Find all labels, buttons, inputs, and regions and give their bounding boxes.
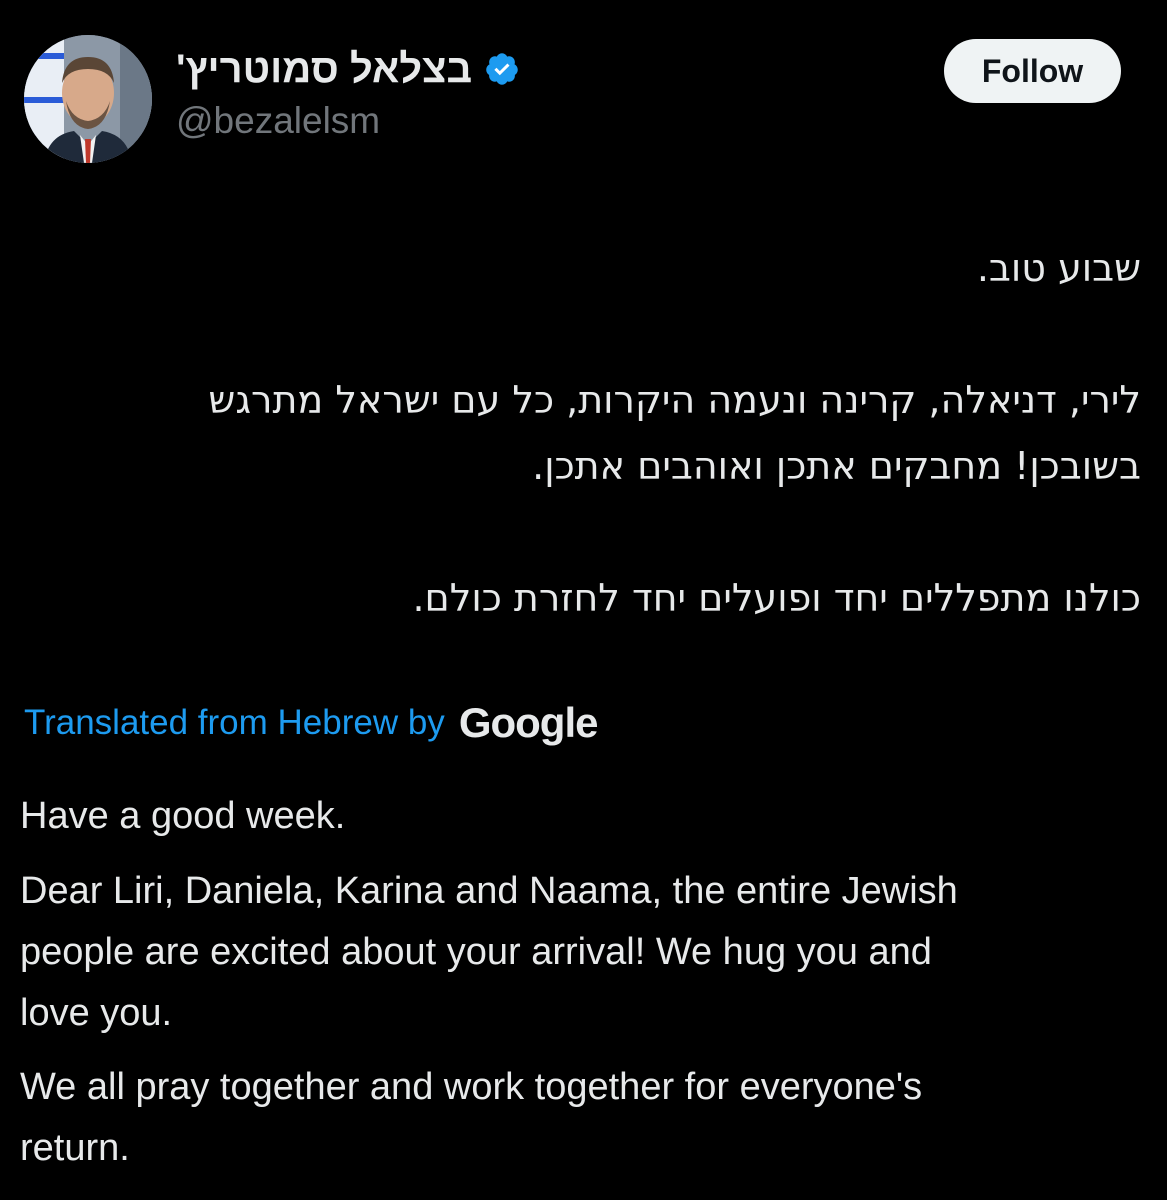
verified-badge-icon [486,53,518,85]
name-row: בצלאל סמוטריץ' [176,44,520,94]
translation-line-3: people are excited about your arrival! W… [20,931,932,973]
tweet-header: בצלאל סמוטריץ' @bezalelsm Follow [0,0,1167,180]
avatar-photo-icon [24,35,152,163]
translation-line-5: We all pray together and work together f… [20,1066,923,1108]
hebrew-line-2: לירי, דניאלה, קרינה ונעמה היקרות, כל עם … [208,378,1141,422]
translation-attribution: Translated from Hebrew by Google [24,695,599,751]
translated-from-link[interactable]: Translated from Hebrew by [24,703,445,743]
translation-line-1: Have a good week. [20,795,346,837]
translation-line-2: Dear Liri, Daniela, Karina and Naama, th… [20,870,958,912]
hebrew-line-4: כולנו מתפללים יחד ופועלים יחד לחזרת כולם… [412,576,1141,620]
translation-line-6: return. [20,1127,130,1169]
tweet: בצלאל סמוטריץ' @bezalelsm Follow שבוע טו… [0,0,1167,1200]
display-name[interactable]: בצלאל סמוטריץ' [176,47,472,92]
user-info: בצלאל סמוטריץ' @bezalelsm [176,44,520,142]
hebrew-line-3: בשובכן! מחבקים אתכן ואוהבים אתכן. [532,444,1141,488]
google-logo: Google [458,699,599,746]
hebrew-line-1: שבוע טוב. [976,246,1141,290]
avatar[interactable] [24,35,152,163]
translation-line-4: love you. [20,992,173,1034]
follow-button[interactable]: Follow [944,39,1121,103]
user-handle[interactable]: @bezalelsm [176,100,520,142]
